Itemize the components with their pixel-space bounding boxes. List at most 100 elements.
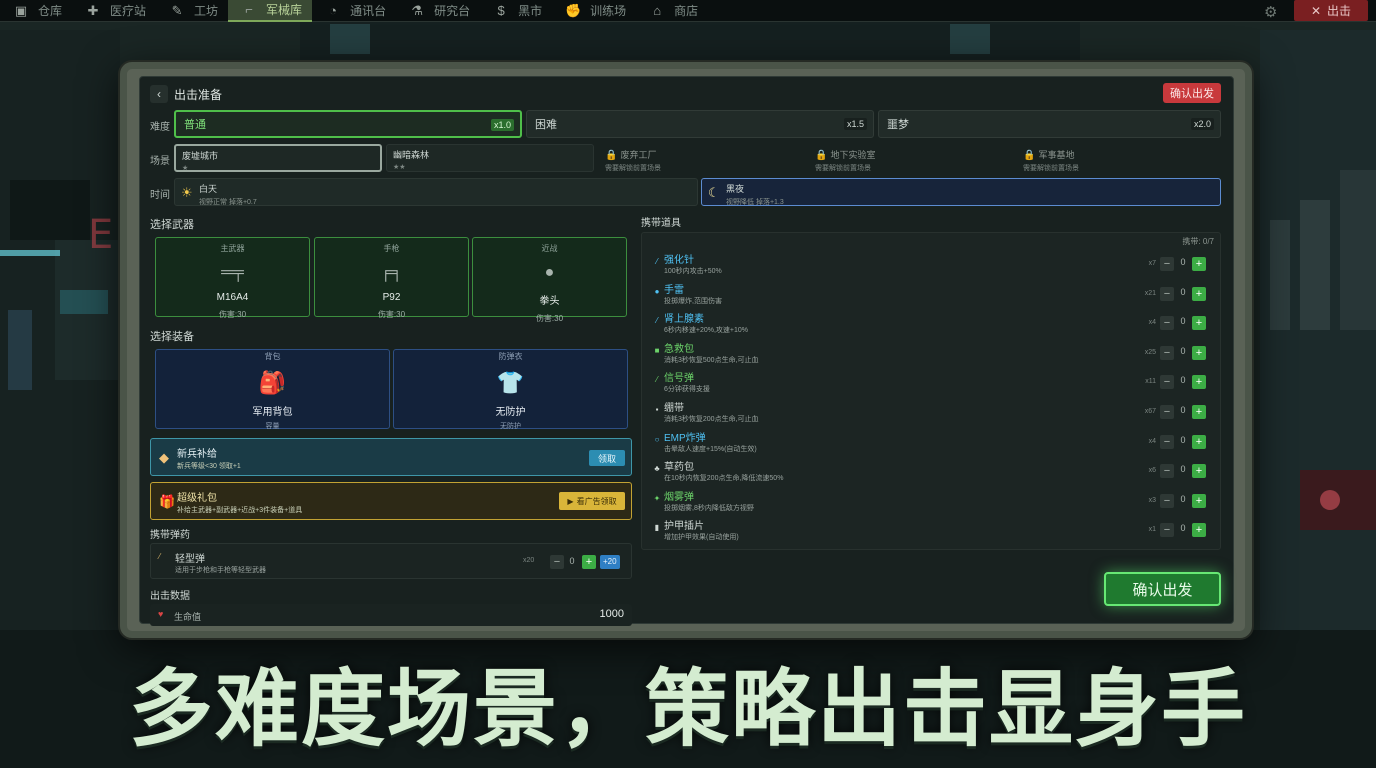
item-decrement-button[interactable]: − [1160, 523, 1174, 538]
scene-option-ruined-city[interactable]: 废墟城市 ★ [174, 144, 382, 172]
nav-item-medical[interactable]: ✚ 医疗站 [72, 0, 156, 22]
item-increment-button[interactable]: + [1192, 434, 1206, 449]
item-decrement-button[interactable]: − [1160, 316, 1174, 331]
item-decrement-button[interactable]: − [1160, 375, 1174, 390]
scene-option-underground-lab[interactable]: 🔒 地下实验室 需要解锁前置场景 [808, 144, 1016, 172]
item-desc: 击晕敌人速度+15%(自动生效) [664, 445, 757, 453]
item-decrement-button[interactable]: − [1160, 405, 1174, 419]
item-stock: x25 [1144, 348, 1156, 356]
medkit-icon: ■ [654, 345, 660, 355]
difficulty-option-nightmare[interactable]: 噩梦 x2.0 [878, 110, 1221, 138]
item-increment-button[interactable]: + [1192, 375, 1206, 390]
item-name: 强化针 [664, 255, 694, 266]
item-desc: 在10秒内恢复200点生命,降低流速50% [664, 475, 784, 483]
herb-icon: ♣ [654, 464, 660, 474]
nav-item-label: 仓库 [38, 4, 63, 18]
satellite-dish-icon: ◔ [329, 3, 337, 18]
weapon-name: M16A4 [216, 292, 249, 303]
time-name: 白天 [199, 184, 218, 194]
item-name: 烟雾弹 [664, 491, 694, 503]
heart-icon: ♥ [158, 609, 164, 619]
scene-option-military-base[interactable]: 🔒 军事基地 需要解锁前置场景 [1016, 144, 1221, 172]
gear-icon[interactable]: ⚙ [1264, 3, 1277, 21]
difficulty-name: 普通 [184, 119, 206, 131]
box-icon: ▣ [14, 2, 28, 18]
item-stock: x4 [1148, 319, 1156, 327]
difficulty-multiplier: x1.5 [843, 118, 867, 130]
confirm-button[interactable]: 确认出发 [1104, 572, 1221, 606]
nav-item-label: 工坊 [194, 4, 219, 18]
time-option-night[interactable]: ☾ 黑夜 视野降低 掉落+1.3 [701, 178, 1221, 206]
weapon-damage: 伤害:30 [535, 314, 564, 323]
difficulty-label: 难度 [150, 122, 170, 133]
promo-slogan: 多难度场景，策略出击显身手 [128, 660, 1247, 758]
nav-item-shop[interactable]: ⌂ 商店 [636, 0, 708, 22]
equipment-sub: 容量 [265, 423, 280, 430]
weapon-card-primary[interactable]: 主武器 ═╤ M16A4 伤害:30 [155, 237, 310, 319]
item-decrement-button[interactable]: − [1160, 286, 1174, 301]
item-name: 草药包 [664, 462, 694, 474]
item-quantity: 0 [1180, 316, 1186, 327]
nav-item-warehouse[interactable]: ▣ 仓库 [0, 0, 72, 22]
ammo-plus20-button[interactable]: +20 [600, 555, 620, 569]
weapon-card-pistol[interactable]: 手枪 ╒╕ P92 伤害:30 [314, 237, 469, 319]
nav-item-armory[interactable]: ⌐ 军械库 [228, 0, 313, 22]
equipment-section-title: 选择装备 [150, 331, 194, 343]
back-button[interactable]: ‹ [150, 85, 168, 103]
item-increment-button[interactable]: + [1192, 345, 1206, 360]
difficulty-option-normal[interactable]: 普通 x1.0 [174, 110, 522, 138]
nav-item-comms[interactable]: ◔ 通讯台 [312, 0, 396, 22]
watch-ad-claim-button[interactable]: ▶ 看广告领取 [559, 492, 625, 510]
exit-button-label: 出击 [1327, 4, 1352, 18]
confirm-button-top[interactable]: 确认出发 [1163, 83, 1221, 103]
item-increment-button[interactable]: + [1192, 464, 1206, 479]
gift-desc: 补给主武器+副武器+近战+3件装备+道具 [177, 507, 303, 514]
nav-item-research[interactable]: ⚗ 研究台 [396, 0, 480, 22]
item-desc: 6分钟获得支援 [664, 386, 710, 394]
scene-option-dark-forest[interactable]: 幽暗森林 ★★ [386, 144, 594, 172]
nav-item-black-market[interactable]: $ 黑市 [480, 0, 552, 22]
exit-button[interactable]: ✕ 出击 [1294, 0, 1368, 21]
nav-item-label: 研究台 [434, 4, 471, 18]
equipment-name: 无防护 [495, 407, 526, 418]
equipment-card-armor[interactable]: 防弹衣 👕 无防护 无防护 [393, 349, 628, 430]
item-row: ♣ 草药包 在10秒内恢复200点生命,降低流速50% x6−0 + [652, 458, 1212, 486]
scene-name: 地下实验室 [830, 150, 876, 160]
item-increment-button[interactable]: + [1192, 405, 1206, 419]
equipment-card-backpack[interactable]: 背包 🎒 军用背包 容量 [155, 349, 390, 430]
item-decrement-button[interactable]: − [1160, 257, 1174, 271]
item-increment-button[interactable]: + [1192, 286, 1206, 301]
weapon-card-melee[interactable]: 近战 ● 拳头 伤害:30 [472, 237, 627, 323]
item-stock: x7 [1148, 260, 1156, 267]
item-row: ■ 急救包 消耗3秒恢复500点生命,可止血 x25−0 + [652, 340, 1212, 368]
item-decrement-button[interactable]: − [1160, 493, 1174, 508]
item-increment-button[interactable]: + [1192, 257, 1206, 271]
muscle-arm-icon: ✊ [565, 2, 582, 18]
weapon-damage: 伤害:30 [377, 310, 406, 319]
item-desc: 增加护甲效果(自动使用) [664, 534, 739, 542]
difficulty-option-hard[interactable]: 困难 x1.5 [526, 110, 874, 138]
equipment-sub: 无防护 [500, 423, 521, 430]
item-name: 手雷 [664, 284, 684, 296]
item-decrement-button[interactable]: − [1160, 345, 1174, 360]
item-increment-button[interactable]: + [1192, 316, 1206, 331]
stat-value: 1000 [599, 608, 624, 620]
item-decrement-button[interactable]: − [1160, 464, 1174, 479]
item-decrement-button[interactable]: − [1160, 434, 1174, 449]
supply-desc: 新兵等级<30 领取+1 [177, 463, 241, 470]
nav-item-workshop[interactable]: ✎ 工坊 [156, 0, 228, 22]
item-quantity: 0 [1180, 345, 1186, 356]
claim-supply-button[interactable]: 领取 [589, 450, 625, 466]
item-increment-button[interactable]: + [1192, 493, 1206, 508]
lock-icon: 🔒 [605, 150, 618, 161]
item-quantity: 0 [1180, 464, 1186, 475]
item-increment-button[interactable]: + [1192, 523, 1206, 538]
nav-item-training[interactable]: ✊ 训练场 [552, 0, 636, 22]
items-section-title: 携带道具 [641, 218, 681, 229]
nav-item-label: 商店 [674, 4, 699, 18]
difficulty-multiplier: x2.0 [1190, 118, 1214, 130]
ammo-decrement-button[interactable]: − [550, 555, 564, 569]
scene-option-abandoned-factory[interactable]: 🔒 废弃工厂 需要解锁前置场景 [598, 144, 806, 172]
ammo-increment-button[interactable]: + [582, 555, 596, 569]
time-option-day[interactable]: ☀ 白天 视野正常 掉落+0.7 [174, 178, 698, 206]
